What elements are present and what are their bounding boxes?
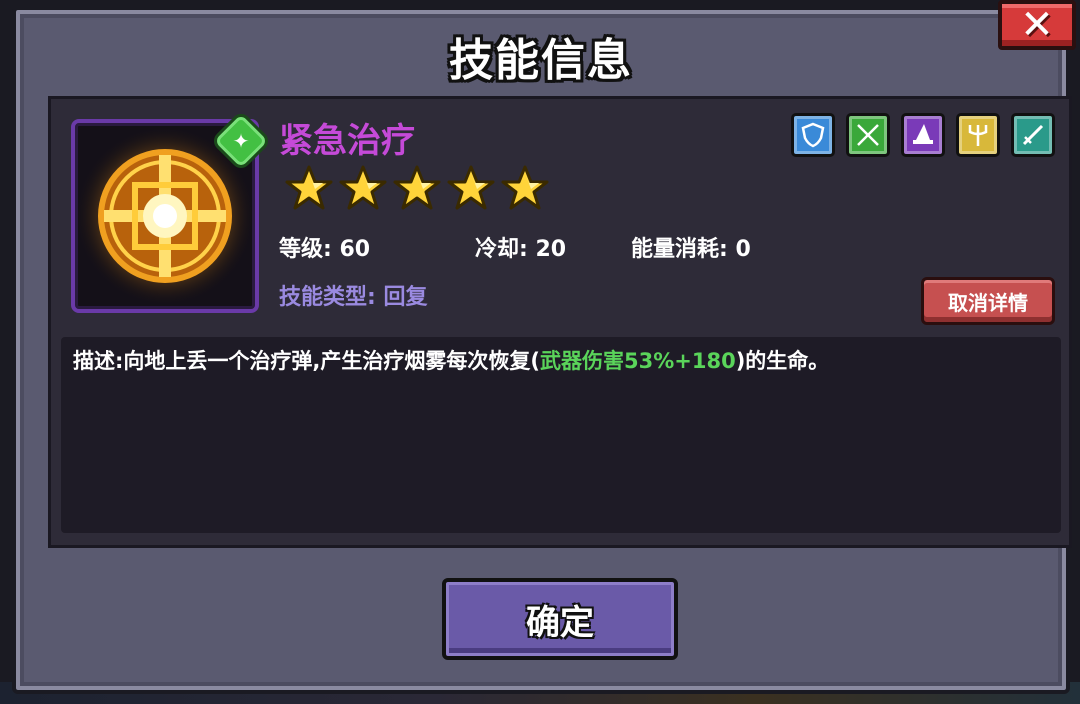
- skill-description: 描述:向地上丢一个治疗弹,产生治疗烟雾每次恢复(武器伤害53%+180)的生命。: [73, 347, 1049, 376]
- close-button[interactable]: ✕: [998, 0, 1076, 50]
- skill-name: 紧急治疗: [279, 121, 415, 161]
- star-icon: [447, 165, 495, 210]
- cooldown-stat: 冷却: 20: [475, 231, 566, 263]
- trident-icon[interactable]: [956, 113, 1000, 157]
- crossed-swords-icon[interactable]: [846, 113, 890, 157]
- shield-icon[interactable]: [791, 113, 835, 157]
- description-prefix: 描述:向地上丢一个治疗弹,产生治疗烟雾每次恢复(: [73, 349, 540, 373]
- cancel-details-button[interactable]: 取消详情: [921, 277, 1055, 325]
- star-icon: [285, 165, 333, 210]
- dialog-title: 技能信息: [449, 35, 633, 86]
- energy-value: 0: [735, 237, 751, 262]
- confirm-label: 确定: [526, 602, 594, 643]
- description-box: 描述:向地上丢一个治疗弹,产生治疗烟雾每次恢复(武器伤害53%+180)的生命。: [61, 337, 1061, 533]
- level-stat: 等级: 60: [279, 231, 370, 263]
- skill-type-label: 技能类型:: [279, 285, 376, 310]
- level-value: 60: [339, 237, 371, 262]
- close-icon: ✕: [1020, 2, 1054, 48]
- level-label: 等级:: [279, 237, 332, 262]
- description-highlight: 武器伤害53%+180: [539, 349, 736, 373]
- description-suffix: )的生命。: [735, 349, 830, 373]
- cooldown-label: 冷却:: [475, 237, 528, 262]
- skill-type: 技能类型: 回复: [279, 279, 428, 311]
- skill-type-value: 回复: [383, 285, 428, 310]
- energy-label: 能量消耗:: [631, 237, 728, 262]
- skill-info-dialog: 技能信息 ✦ 紧急治疗 等级: 60 冷却: 20 能量消耗: 0 技能类型: …: [12, 6, 1072, 694]
- weapon-type-icons: [791, 113, 1055, 157]
- cooldown-value: 20: [535, 237, 567, 262]
- confirm-button[interactable]: 确定: [442, 578, 678, 660]
- star-icon: [339, 165, 387, 210]
- star-icon: [393, 165, 441, 210]
- star-rating: [285, 165, 549, 211]
- sword-icon[interactable]: [1011, 113, 1055, 157]
- skill-panel: ✦ 紧急治疗 等级: 60 冷却: 20 能量消耗: 0 技能类型: 回复 取消…: [48, 96, 1072, 548]
- energy-stat: 能量消耗: 0: [631, 231, 751, 263]
- wizard-hat-icon[interactable]: [901, 113, 945, 157]
- star-icon: [501, 165, 549, 210]
